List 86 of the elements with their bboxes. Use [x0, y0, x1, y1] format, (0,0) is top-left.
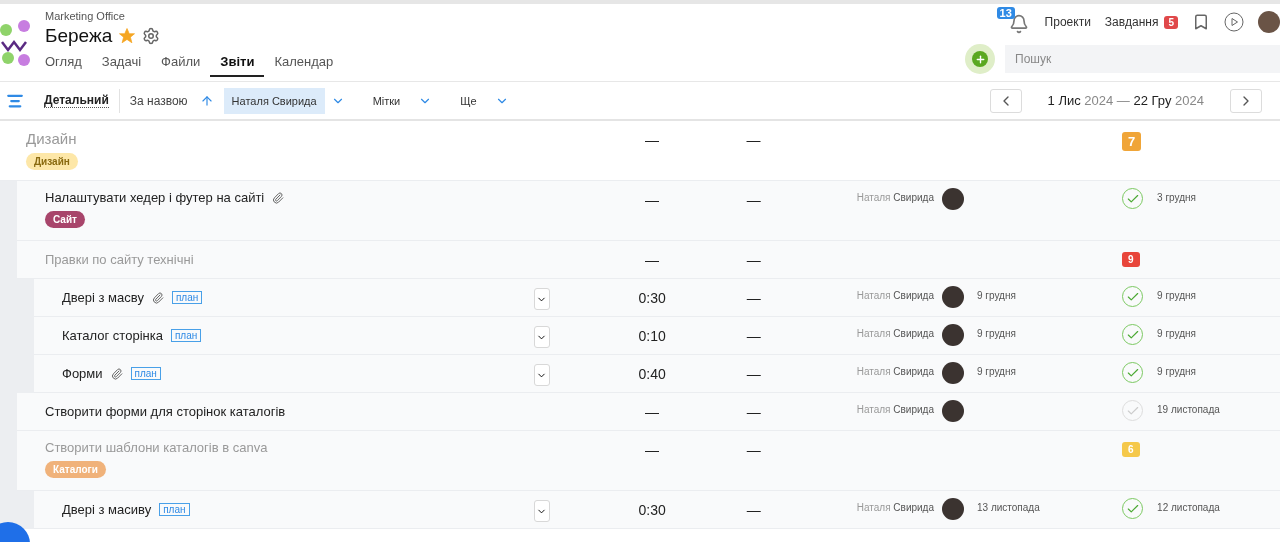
time-value: —: [746, 404, 761, 420]
avatar: [941, 400, 964, 422]
assignee-name: Наталя Свирида: [856, 290, 934, 301]
tab[interactable]: Задачі: [91, 51, 152, 77]
task-title[interactable]: Форми: [62, 366, 103, 381]
search-field[interactable]: Пошук: [1005, 45, 1280, 73]
avatar: [942, 498, 964, 520]
due-date: 9 грудня: [1157, 290, 1196, 301]
task-title[interactable]: Двері з масиву: [62, 502, 152, 517]
avatar: [942, 286, 964, 308]
plan-label: план: [170, 329, 202, 342]
assignee-name: Наталя Свирида: [856, 366, 934, 377]
time-value: 0:40: [638, 366, 666, 382]
plan-label: план: [159, 503, 190, 516]
avatar: [941, 188, 964, 210]
time-value: 0:10: [638, 328, 666, 344]
tab[interactable]: Файли: [151, 51, 211, 77]
tab[interactable]: Звіти: [210, 51, 265, 77]
play-icon[interactable]: [1224, 12, 1244, 32]
star-icon[interactable]: [118, 27, 137, 45]
filter-chip[interactable]: Наталя Свирида: [223, 87, 325, 114]
due-date: 3 грудня: [1157, 192, 1196, 203]
task-title[interactable]: Двері з масву: [62, 290, 144, 305]
notification-count: 13: [996, 7, 1015, 19]
time-value: —: [746, 328, 761, 344]
count-badge: 9: [1122, 252, 1140, 267]
time-value: —: [645, 252, 660, 268]
date-label: 9 грудня: [977, 328, 1016, 339]
time-value: —: [746, 366, 761, 382]
time-value: —: [746, 290, 761, 306]
workspace-name: Marketing Office: [45, 10, 126, 22]
plus-icon: [974, 53, 986, 65]
next-button[interactable]: [1230, 88, 1262, 113]
dropdown-button[interactable]: [533, 326, 550, 348]
plan-label: план: [130, 367, 161, 380]
date-range: 1 Лис 2024 — 22 Гру 2024: [1047, 93, 1204, 108]
assignee-name: Наталя Свирида: [856, 192, 934, 203]
time-value: 0:30: [638, 290, 666, 306]
time-value: —: [746, 132, 761, 148]
time-value: —: [645, 192, 660, 208]
due-date: 12 листопада: [1157, 502, 1220, 513]
time-value: —: [746, 252, 761, 268]
dropdown-button[interactable]: [533, 288, 550, 310]
task-tag: Каталоги: [45, 461, 106, 478]
time-value: —: [746, 502, 761, 518]
previous-button[interactable]: [989, 88, 1022, 113]
task-tag: Сайт: [45, 211, 85, 228]
time-value: —: [645, 442, 660, 458]
time-value: —: [746, 442, 761, 458]
count-badge: 7: [1122, 132, 1142, 151]
due-date: 9 грудня: [1157, 366, 1196, 377]
filter-chip[interactable]: Мітки: [364, 87, 409, 114]
tab[interactable]: Огляд: [45, 51, 92, 77]
task-title[interactable]: Створити форми для сторінок каталогів: [45, 404, 286, 419]
task-title[interactable]: Каталог сторінка: [62, 328, 163, 343]
time-value: —: [645, 404, 660, 420]
task-title[interactable]: Налаштувати хедер і футер на сайті: [45, 190, 265, 205]
assignee-name: Наталя Свирида: [856, 502, 934, 513]
nav-link[interactable]: Завдання 5: [1104, 15, 1178, 29]
view-toggle[interactable]: Детальний: [44, 93, 109, 108]
date-label: 9 грудня: [977, 366, 1016, 377]
plan-label: план: [171, 291, 203, 304]
add-button[interactable]: [965, 44, 995, 74]
sort-button[interactable]: За назвою: [129, 93, 214, 108]
due-date: 9 грудня: [1157, 328, 1196, 339]
due-date: 19 листопада: [1157, 404, 1220, 415]
assignee-name: Наталя Свирида: [856, 404, 934, 415]
date-label: 9 грудня: [977, 290, 1016, 301]
avatar: [942, 362, 964, 384]
time-value: —: [644, 132, 659, 148]
time-value: 0:30: [638, 502, 666, 518]
filter-chip[interactable]: Ще: [452, 87, 485, 114]
count-badge: 6: [1122, 442, 1140, 457]
assignee-name: Наталя Свирида: [856, 328, 934, 339]
bookmark-icon[interactable]: [1192, 13, 1210, 31]
avatar: [942, 324, 964, 346]
user-avatar[interactable]: [1258, 11, 1280, 33]
time-value: —: [746, 192, 761, 208]
task-tag: Дизайн: [26, 153, 78, 170]
project-title: Бережа: [45, 25, 113, 47]
dropdown-button[interactable]: [533, 500, 550, 522]
date-label: 13 листопада: [977, 502, 1040, 513]
settings-icon[interactable]: [142, 27, 161, 45]
tab[interactable]: Календар: [264, 51, 344, 77]
nav-link[interactable]: Проекти: [1044, 15, 1091, 29]
dropdown-button[interactable]: [533, 364, 550, 386]
